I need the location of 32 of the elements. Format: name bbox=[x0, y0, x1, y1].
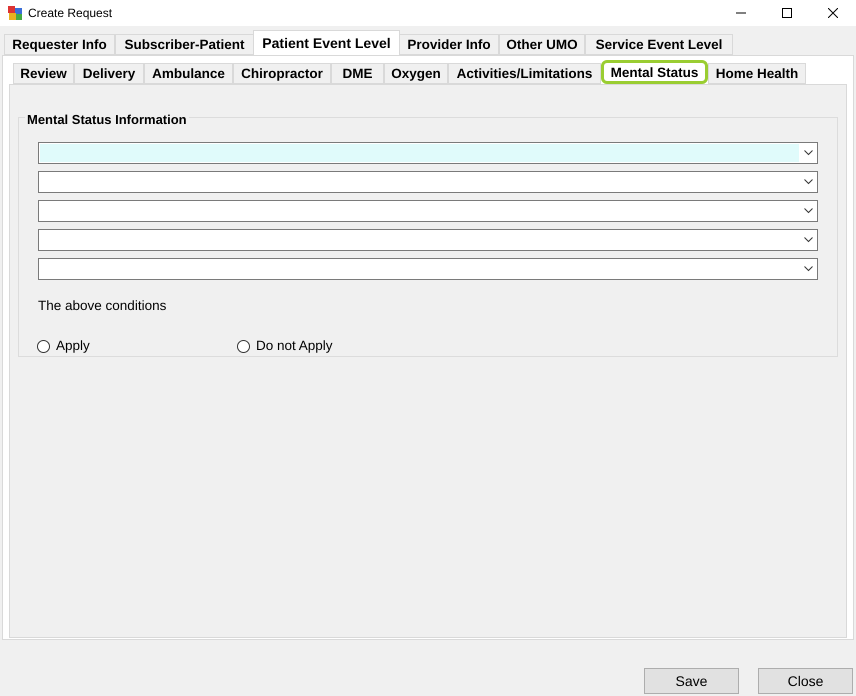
tab[interactable]: Ambulance bbox=[144, 63, 233, 84]
dialog-button[interactable]: Save bbox=[644, 668, 739, 694]
dropdown[interactable] bbox=[38, 229, 818, 251]
dropdown[interactable] bbox=[38, 258, 818, 280]
chevron-down-icon bbox=[804, 179, 813, 185]
tab[interactable]: Review bbox=[13, 63, 74, 84]
window-title: Create Request bbox=[28, 5, 112, 22]
tab[interactable]: Home Health bbox=[708, 63, 806, 84]
conditions-label: The above conditions bbox=[38, 297, 168, 315]
tab[interactable]: Chiropractor bbox=[233, 63, 331, 84]
tab[interactable]: Subscriber-Patient bbox=[115, 34, 254, 55]
chevron-down-icon bbox=[804, 150, 813, 156]
tab[interactable]: Oxygen bbox=[384, 63, 448, 84]
tab[interactable]: Other UMO bbox=[499, 34, 585, 55]
radio-button[interactable]: Apply bbox=[37, 336, 237, 356]
dropdown[interactable] bbox=[38, 171, 818, 193]
tab[interactable]: Patient Event Level bbox=[253, 30, 400, 55]
app-icon bbox=[8, 6, 22, 20]
tab[interactable]: Activities/Limitations bbox=[448, 63, 601, 84]
tab[interactable]: Mental Status bbox=[601, 60, 708, 84]
radio-button[interactable]: Do not Apply bbox=[237, 336, 377, 356]
chevron-down-icon bbox=[804, 237, 813, 243]
tab[interactable]: Requester Info bbox=[4, 34, 115, 55]
dropdown[interactable] bbox=[38, 200, 818, 222]
tab[interactable]: Delivery bbox=[74, 63, 144, 84]
tab[interactable]: Provider Info bbox=[399, 34, 499, 55]
chevron-down-icon bbox=[804, 208, 813, 214]
tab[interactable]: DME bbox=[331, 63, 384, 84]
tab[interactable]: Service Event Level bbox=[585, 34, 733, 55]
dialog-button[interactable]: Close bbox=[758, 668, 853, 694]
chevron-down-icon bbox=[804, 266, 813, 272]
dropdown[interactable] bbox=[38, 142, 818, 164]
